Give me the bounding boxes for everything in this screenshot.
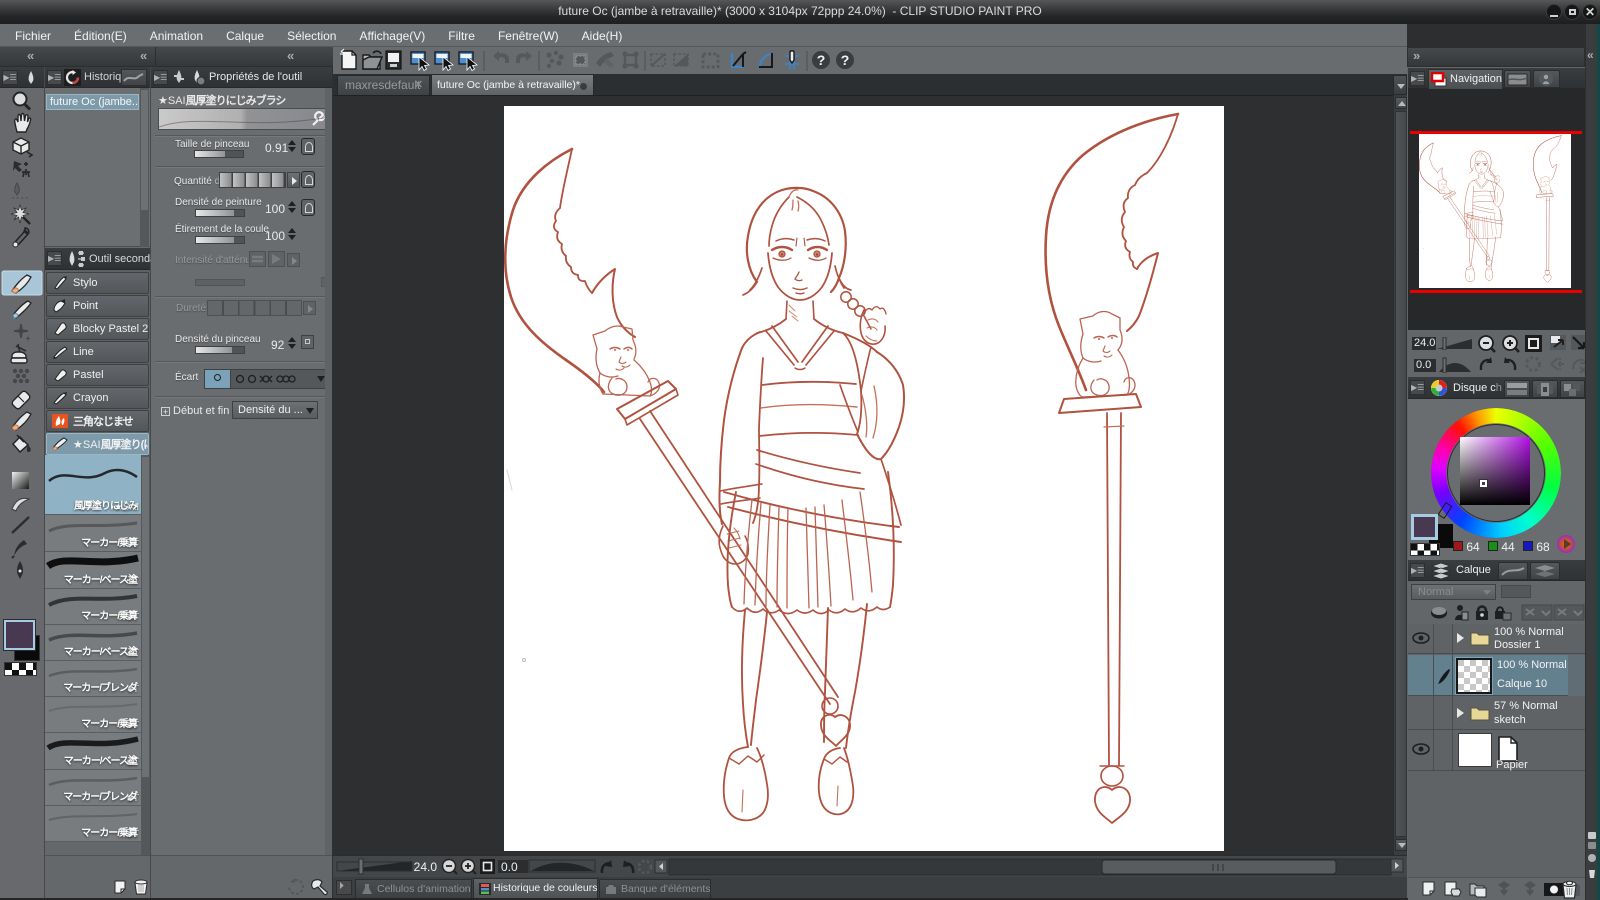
svg-text:?: ? <box>817 52 826 68</box>
svg-text:0.0: 0.0 <box>501 860 518 874</box>
svg-text:?: ? <box>841 52 850 68</box>
svg-text:24.0: 24.0 <box>414 860 438 874</box>
